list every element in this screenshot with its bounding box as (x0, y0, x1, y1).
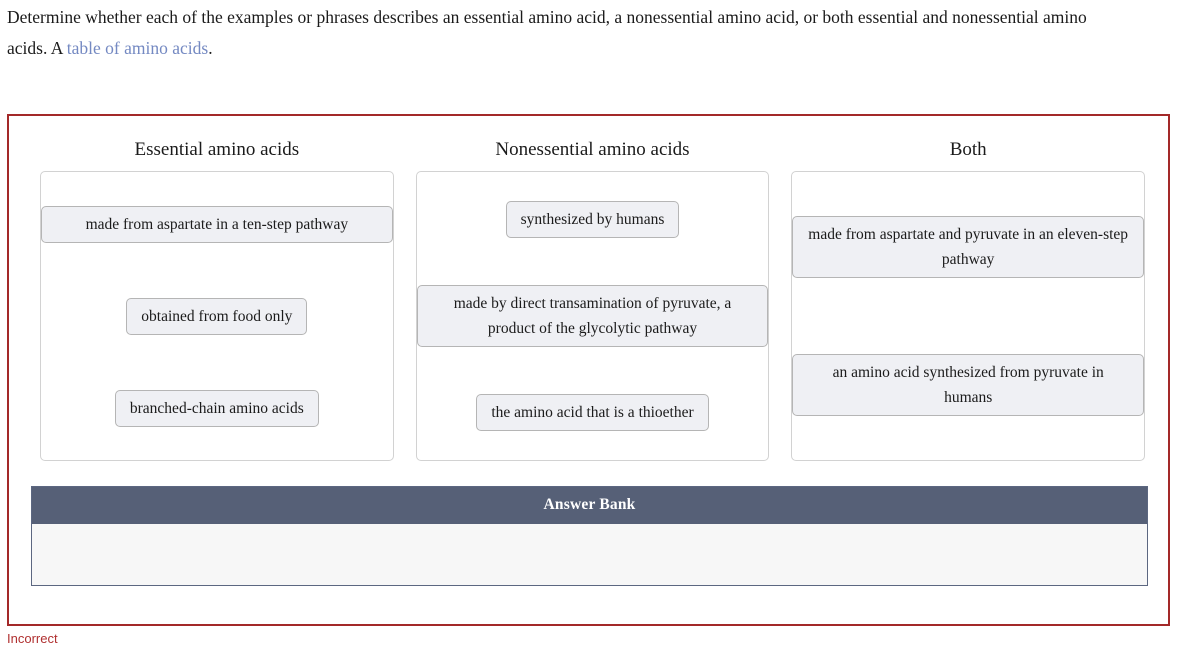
tile-nonessential-2[interactable]: made by direct transamination of pyruvat… (416, 284, 769, 347)
category-header-both: Both (949, 139, 987, 160)
tile-essential-2[interactable]: obtained from food only (126, 297, 308, 335)
tile-nonessential-3[interactable]: the amino acid that is a thioether (476, 393, 709, 431)
question-panel: Essential amino acids made from aspartat… (7, 114, 1170, 626)
category-header-essential: Essential amino acids (134, 139, 300, 160)
category-column-nonessential: Nonessential amino acids synthesized by … (415, 138, 770, 461)
category-header-nonessential: Nonessential amino acids (495, 139, 690, 160)
prompt-text-after-link: . (208, 38, 213, 58)
tile-essential-3[interactable]: branched-chain amino acids (114, 389, 319, 427)
tile-nonessential-1[interactable]: synthesized by humans (505, 201, 680, 239)
dropzone-both[interactable]: made from aspartate and pyruvate in an e… (791, 171, 1146, 461)
dropzone-nonessential[interactable]: synthesized by humans made by direct tra… (415, 171, 770, 461)
status-badge: Incorrect (7, 631, 58, 646)
answer-bank: Answer Bank (31, 486, 1148, 586)
answer-bank-dropzone[interactable] (32, 524, 1147, 585)
dropzone-essential[interactable]: made from aspartate in a ten-step pathwa… (40, 171, 394, 461)
answer-bank-title: Answer Bank (32, 487, 1147, 524)
category-column-essential: Essential amino acids made from aspartat… (40, 138, 394, 461)
question-prompt: Determine whether each of the examples o… (7, 2, 1127, 64)
tile-both-2[interactable]: an amino acid synthesized from pyruvate … (792, 354, 1145, 416)
category-columns: Essential amino acids made from aspartat… (40, 138, 1146, 461)
category-column-both: Both made from aspartate and pyruvate in… (791, 138, 1146, 461)
tile-essential-1[interactable]: made from aspartate in a ten-step pathwa… (41, 205, 393, 243)
tile-both-1[interactable]: made from aspartate and pyruvate in an e… (792, 216, 1145, 278)
amino-acid-table-link[interactable]: table of amino acids (67, 38, 208, 58)
